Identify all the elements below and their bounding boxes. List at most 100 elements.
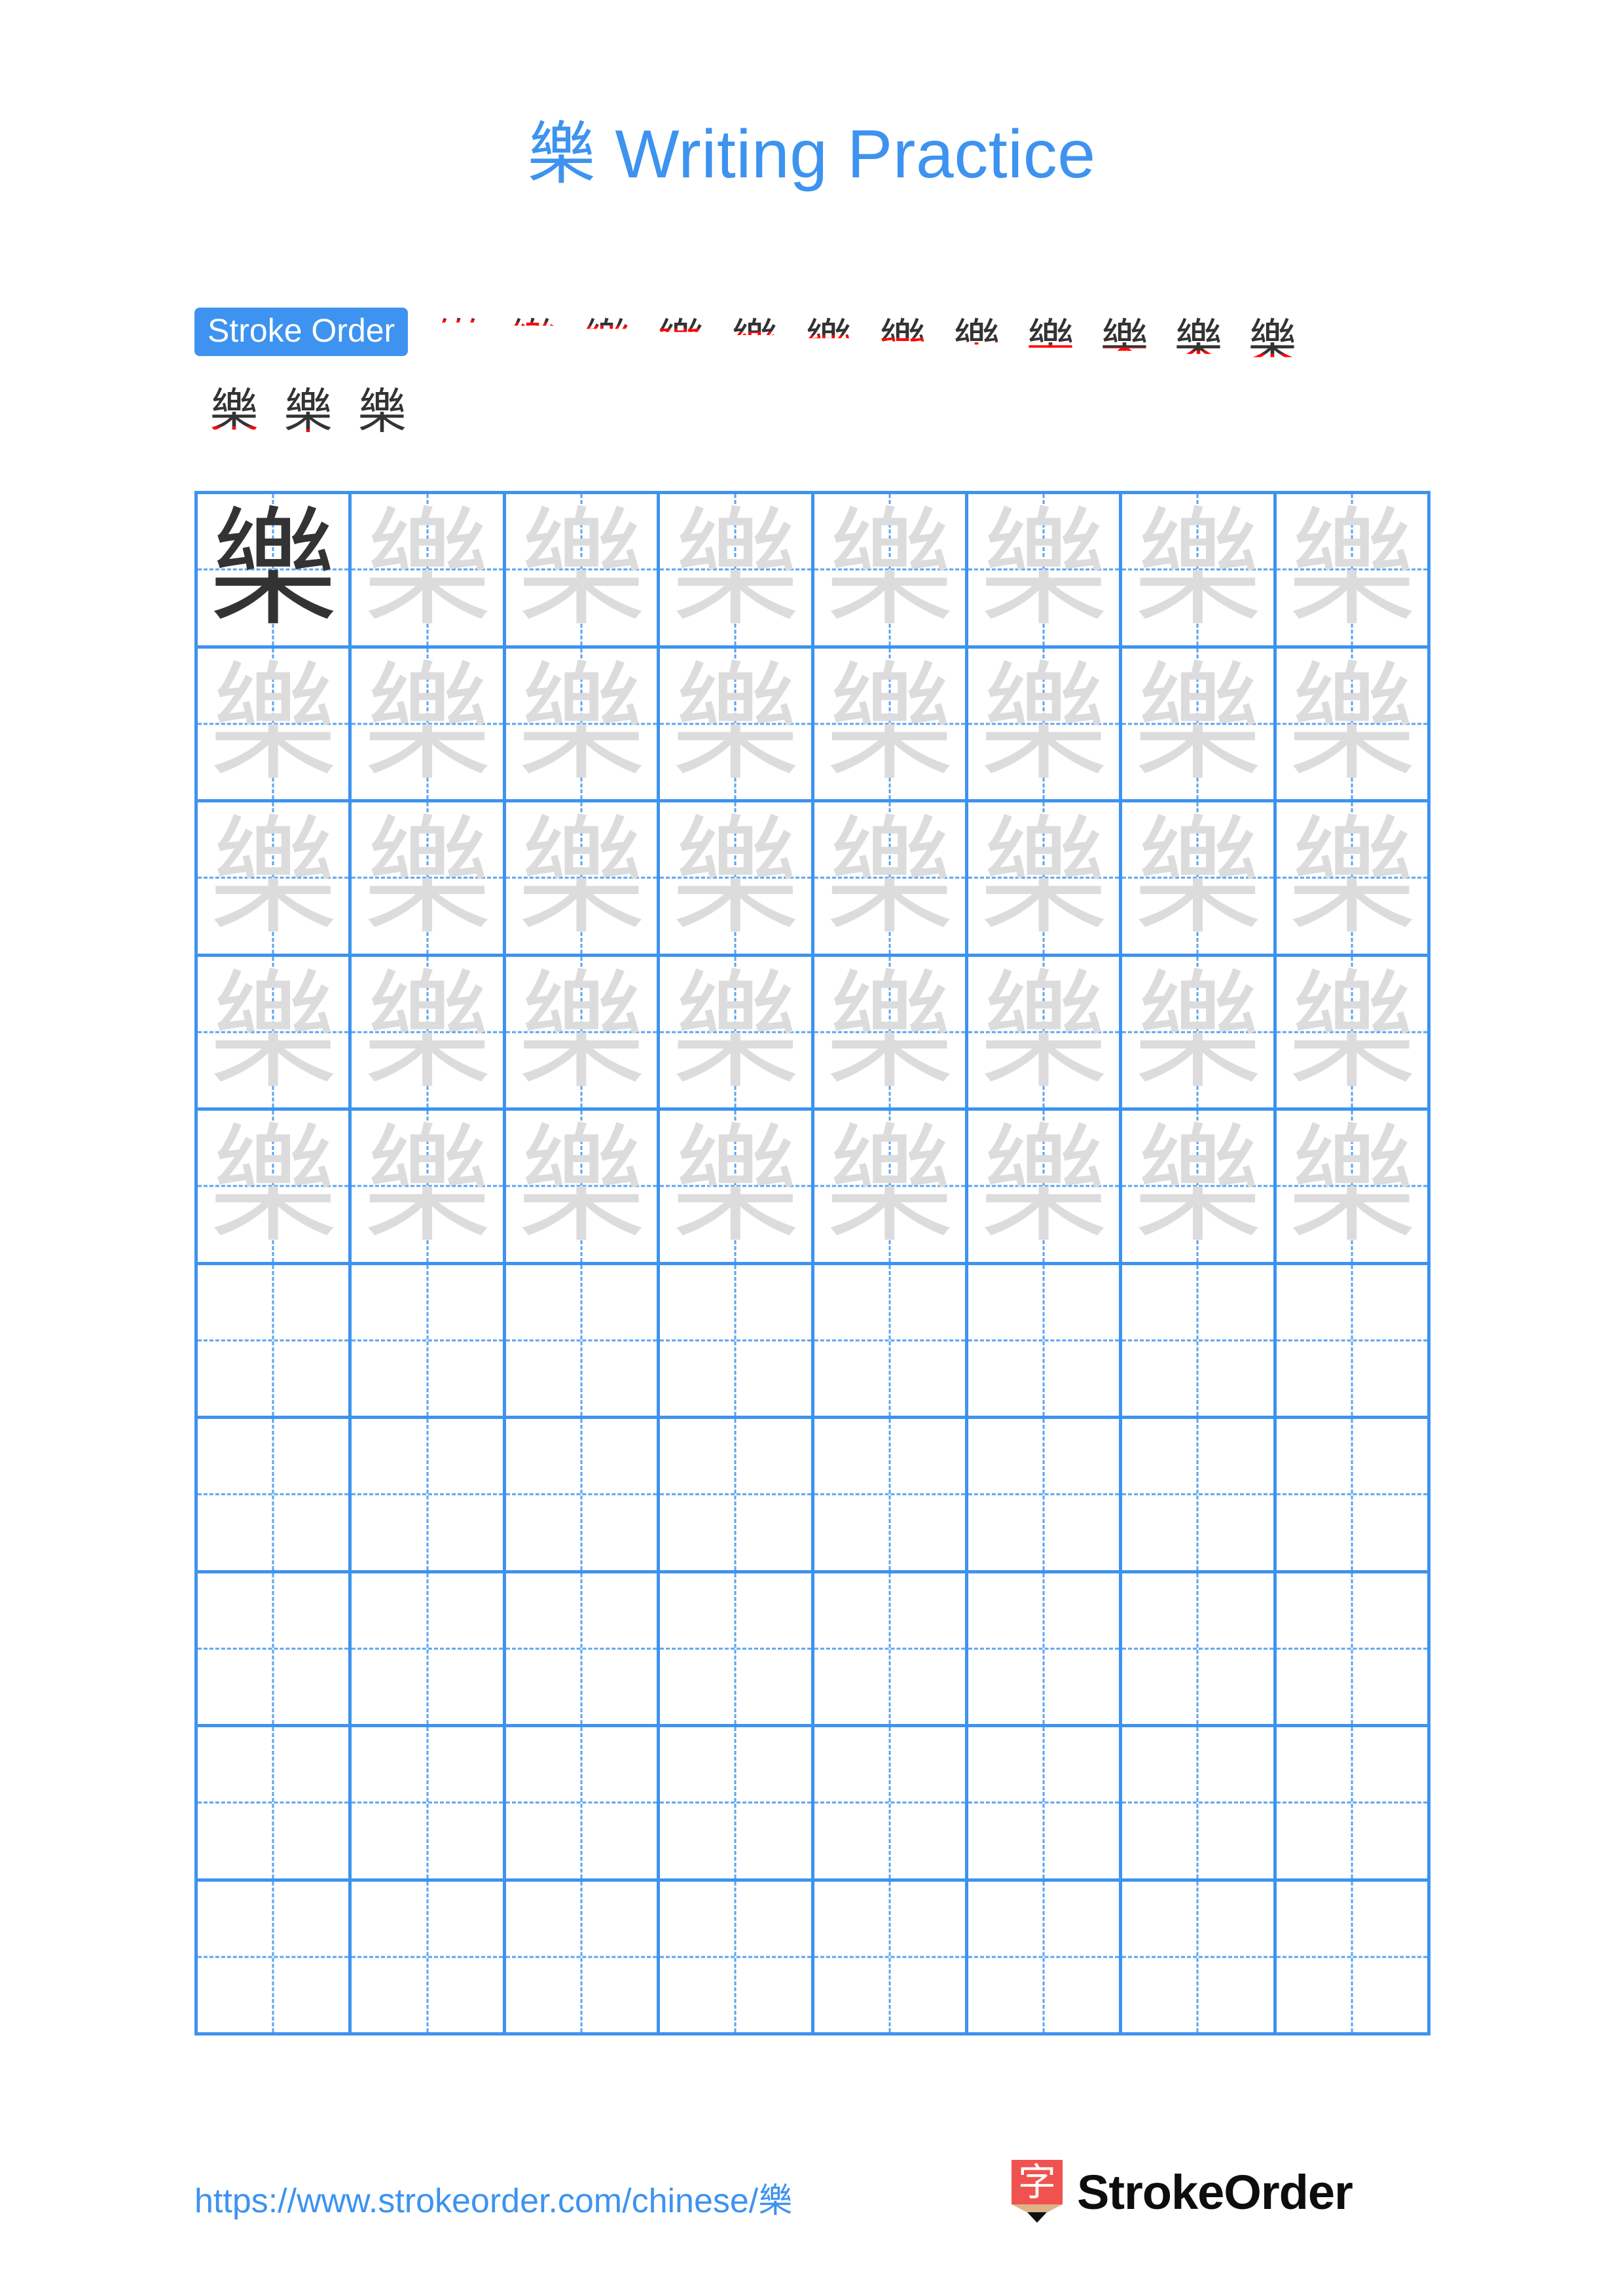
grid-cell-r5-c5[interactable]: 樂 xyxy=(814,1111,968,1265)
grid-cell-r1-c1[interactable]: 樂 xyxy=(198,494,352,649)
grid-cell-character: 樂 xyxy=(1133,649,1262,798)
grid-cell-r4-c6[interactable]: 樂 xyxy=(968,956,1123,1111)
grid-cell-r6-c4[interactable] xyxy=(660,1265,814,1419)
grid-cell-r8-c5[interactable] xyxy=(814,1573,968,1727)
grid-cell-r3-c5[interactable]: 樂 xyxy=(814,802,968,957)
grid-cell-r4-c8[interactable]: 樂 xyxy=(1276,956,1431,1111)
grid-cell-r2-c2[interactable]: 樂 xyxy=(352,648,506,802)
grid-cell-character: 樂 xyxy=(671,803,800,953)
grid-cell-character: 樂 xyxy=(1287,1111,1416,1261)
grid-cell-r5-c6[interactable]: 樂 xyxy=(968,1111,1123,1265)
grid-cell-r10-c2[interactable] xyxy=(352,1881,506,2036)
grid-cell-r6-c8[interactable] xyxy=(1276,1265,1431,1419)
grid-cell-r6-c3[interactable] xyxy=(505,1265,661,1419)
grid-cell-character: 樂 xyxy=(825,495,954,645)
grid-cell-r5-c7[interactable]: 樂 xyxy=(1122,1111,1277,1265)
grid-cell-r2-c4[interactable]: 樂 xyxy=(660,648,814,802)
grid-cell-r7-c1[interactable] xyxy=(198,1419,352,1573)
grid-cell-r9-c6[interactable] xyxy=(968,1727,1123,1882)
grid-cell-character: 樂 xyxy=(979,649,1108,798)
grid-cell-character: 樂 xyxy=(1133,803,1262,953)
grid-cell-r3-c1[interactable]: 樂 xyxy=(198,802,352,957)
grid-cell-r4-c1[interactable]: 樂 xyxy=(198,956,352,1111)
grid-cell-r3-c8[interactable]: 樂 xyxy=(1276,802,1431,957)
grid-cell-r5-c4[interactable]: 樂 xyxy=(660,1111,814,1265)
grid-cell-r1-c4[interactable]: 樂 xyxy=(660,494,814,649)
grid-cell-r4-c3[interactable]: 樂 xyxy=(505,956,661,1111)
grid-cell-r7-c2[interactable] xyxy=(352,1419,506,1573)
grid-cell-r10-c1[interactable] xyxy=(198,1881,352,2036)
grid-cell-r10-c3[interactable] xyxy=(505,1881,661,2036)
grid-cell-r2-c3[interactable]: 樂 xyxy=(505,648,661,802)
grid-cell-r1-c5[interactable]: 樂 xyxy=(814,494,968,649)
grid-cell-r9-c2[interactable] xyxy=(352,1727,506,1882)
grid-cell-r1-c8[interactable]: 樂 xyxy=(1276,494,1431,649)
svg-text:樂: 樂 xyxy=(730,314,778,370)
grid-cell-r4-c7[interactable]: 樂 xyxy=(1122,956,1277,1111)
grid-cell-r6-c1[interactable] xyxy=(198,1265,352,1419)
grid-cell-r8-c7[interactable] xyxy=(1122,1573,1277,1727)
grid-cell-r1-c2[interactable]: 樂 xyxy=(352,494,506,649)
grid-cell-character: 樂 xyxy=(1287,803,1416,953)
grid-cell-r7-c8[interactable] xyxy=(1276,1419,1431,1573)
grid-cell-r3-c4[interactable]: 樂 xyxy=(660,802,814,957)
grid-cell-r9-c7[interactable] xyxy=(1122,1727,1277,1882)
grid-cell-r7-c7[interactable] xyxy=(1122,1419,1277,1573)
grid-cell-r9-c5[interactable] xyxy=(814,1727,968,1882)
grid-cell-r5-c3[interactable]: 樂 xyxy=(505,1111,661,1265)
grid-cell-r1-c6[interactable]: 樂 xyxy=(968,494,1123,649)
grid-cell-r2-c6[interactable]: 樂 xyxy=(968,648,1123,802)
grid-cell-r3-c7[interactable]: 樂 xyxy=(1122,802,1277,957)
grid-cell-r8-c4[interactable] xyxy=(660,1573,814,1727)
grid-cell-r5-c1[interactable]: 樂 xyxy=(198,1111,352,1265)
grid-cell-r8-c8[interactable] xyxy=(1276,1573,1431,1727)
grid-cell-r7-c4[interactable] xyxy=(660,1419,814,1573)
grid-cell-r3-c3[interactable]: 樂 xyxy=(505,802,661,957)
grid-cell-r9-c4[interactable] xyxy=(660,1727,814,1882)
grid-cell-character: 樂 xyxy=(979,1111,1108,1261)
grid-cell-r2-c7[interactable]: 樂 xyxy=(1122,648,1277,802)
grid-cell-r2-c8[interactable]: 樂 xyxy=(1276,648,1431,802)
grid-cell-r6-c7[interactable] xyxy=(1122,1265,1277,1419)
grid-cell-r6-c5[interactable] xyxy=(814,1265,968,1419)
grid-cell-r8-c2[interactable] xyxy=(352,1573,506,1727)
grid-cell-r8-c3[interactable] xyxy=(505,1573,661,1727)
grid-cell-r5-c8[interactable]: 樂 xyxy=(1276,1111,1431,1265)
grid-cell-r2-c5[interactable]: 樂 xyxy=(814,648,968,802)
grid-cell-character: 樂 xyxy=(671,495,800,645)
grid-cell-character: 樂 xyxy=(979,957,1108,1107)
grid-cell-r8-c6[interactable] xyxy=(968,1573,1123,1727)
grid-cell-r10-c5[interactable] xyxy=(814,1881,968,2036)
grid-cell-r7-c3[interactable] xyxy=(505,1419,661,1573)
grid-cell-character: 樂 xyxy=(517,803,646,953)
title-character: 樂 xyxy=(527,114,596,194)
grid-cell-r8-c1[interactable] xyxy=(198,1573,352,1727)
grid-cell-r5-c2[interactable]: 樂 xyxy=(352,1111,506,1265)
grid-cell-character: 樂 xyxy=(517,957,646,1107)
grid-cell-r9-c3[interactable] xyxy=(505,1727,661,1882)
grid-cell-r4-c4[interactable]: 樂 xyxy=(660,956,814,1111)
grid-cell-r4-c5[interactable]: 樂 xyxy=(814,956,968,1111)
stroke-step-13: 樂樂 xyxy=(197,377,271,442)
grid-cell-r9-c8[interactable] xyxy=(1276,1727,1431,1882)
grid-cell-r2-c1[interactable]: 樂 xyxy=(198,648,352,802)
grid-cell-r6-c6[interactable] xyxy=(968,1265,1123,1419)
grid-cell-r7-c6[interactable] xyxy=(968,1419,1123,1573)
grid-cell-character: 樂 xyxy=(825,957,954,1107)
grid-cell-r3-c6[interactable]: 樂 xyxy=(968,802,1123,957)
grid-cell-r10-c7[interactable] xyxy=(1122,1881,1277,2036)
grid-cell-r10-c4[interactable] xyxy=(660,1881,814,2036)
brand-logo[interactable]: 字 StrokeOrder xyxy=(1012,2160,1353,2224)
grid-cell-r3-c2[interactable]: 樂 xyxy=(352,802,506,957)
grid-cell-r6-c2[interactable] xyxy=(352,1265,506,1419)
grid-cell-r10-c8[interactable] xyxy=(1276,1881,1431,2036)
grid-cell-character: 樂 xyxy=(671,1111,800,1261)
grid-cell-r1-c7[interactable]: 樂 xyxy=(1122,494,1277,649)
footer-url-link[interactable]: https://www.strokeorder.com/chinese/樂 xyxy=(194,2173,792,2222)
grid-cell-r7-c5[interactable] xyxy=(814,1419,968,1573)
grid-cell-r1-c3[interactable]: 樂 xyxy=(505,494,661,649)
grid-cell-character: 樂 xyxy=(209,803,338,953)
grid-cell-r9-c1[interactable] xyxy=(198,1727,352,1882)
grid-cell-r10-c6[interactable] xyxy=(968,1881,1123,2036)
grid-cell-r4-c2[interactable]: 樂 xyxy=(352,956,506,1111)
